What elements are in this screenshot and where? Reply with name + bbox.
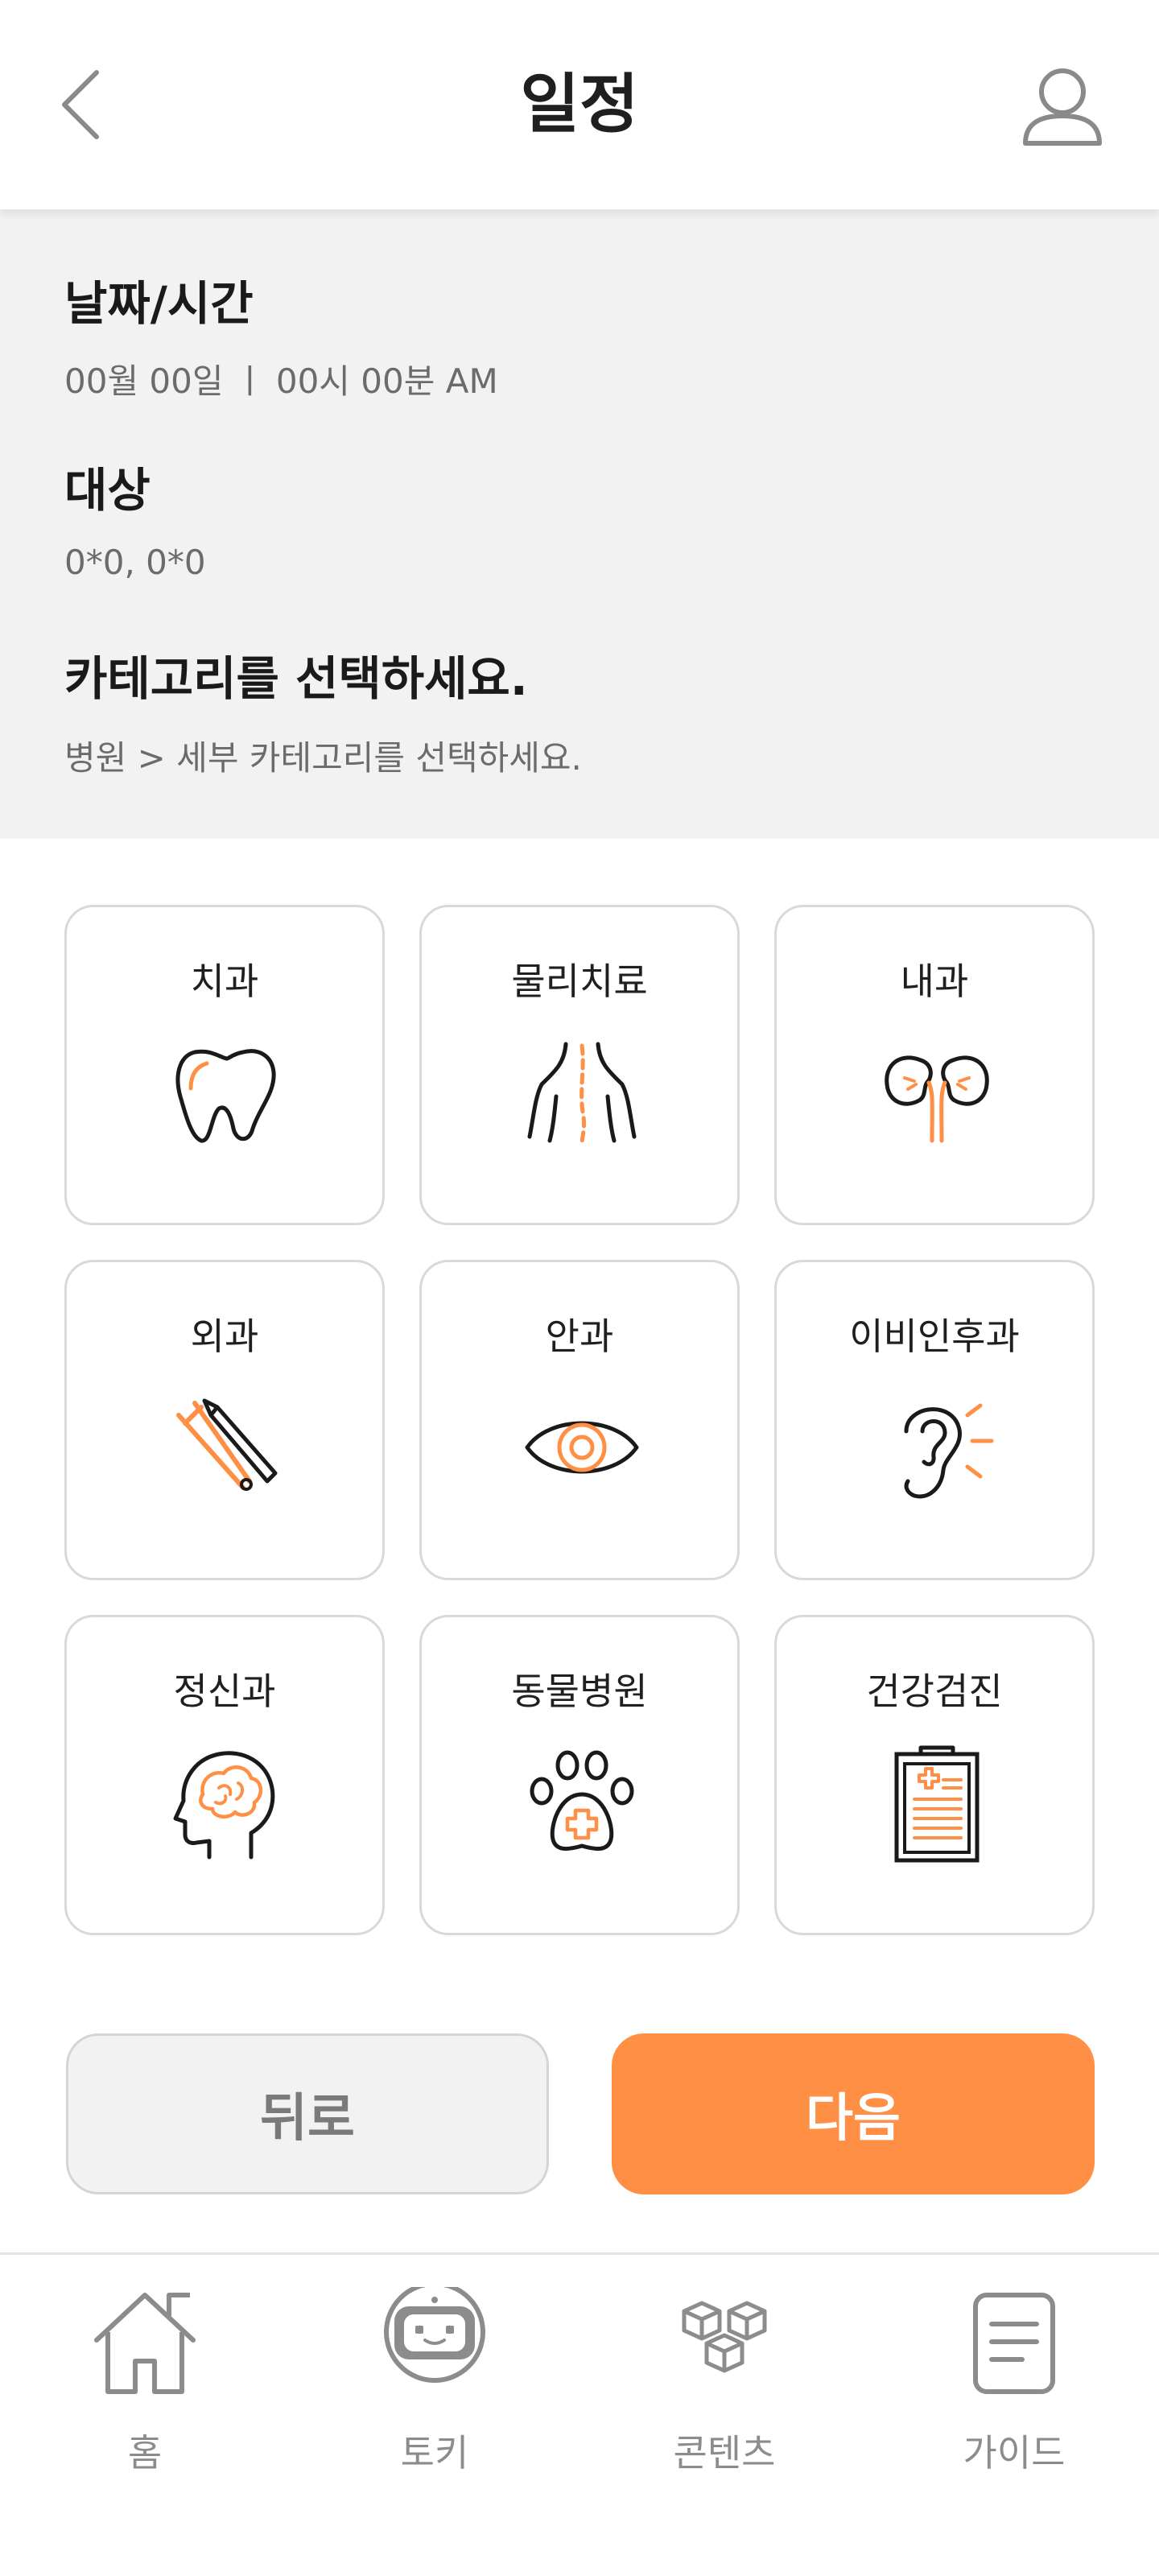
category-label: 물리치료 (511, 960, 648, 1003)
category-path: 병원 > 세부 카테고리를 선택하세요. (64, 738, 582, 778)
category-card-ophthalmology[interactable]: 안과 (419, 1260, 740, 1580)
category-label: 동물병원 (511, 1670, 648, 1713)
clipboard-icon (872, 1738, 1001, 1867)
category-label: 외과 (190, 1315, 259, 1358)
nav-item-guide[interactable]: 가이드 (918, 2287, 1111, 2475)
back-button[interactable]: 뒤로 (66, 2033, 549, 2194)
page-title: 일정 (520, 67, 639, 142)
target-value: 0*0, 0*0 (64, 543, 206, 582)
document-icon (958, 2287, 1070, 2400)
category-label: 안과 (545, 1315, 614, 1358)
top-app-bar: 일정 (0, 0, 1159, 209)
category-label: 이비인후과 (849, 1315, 1020, 1358)
robot-icon (378, 2281, 491, 2400)
eye-icon (518, 1383, 646, 1512)
paw-cross-icon (518, 1738, 646, 1867)
tooth-icon (163, 1028, 291, 1157)
schedule-summary-panel: 날짜/시간 00월 00일 ㅣ 00시 00분 AM 대상 0*0, 0*0 카… (0, 209, 1159, 839)
nav-label: 홈 (127, 2431, 163, 2475)
category-label: 내과 (900, 960, 969, 1003)
nav-item-contents[interactable]: 콘텐츠 (628, 2287, 821, 2475)
surgical-tools-icon (163, 1383, 291, 1512)
category-card-psychiatry[interactable]: 정신과 (64, 1615, 385, 1935)
next-button[interactable]: 다음 (612, 2033, 1095, 2194)
head-brain-icon (163, 1738, 291, 1867)
category-card-surgery[interactable]: 외과 (64, 1260, 385, 1580)
kidney-icon (872, 1028, 1001, 1157)
category-card-health-checkup[interactable]: 건강검진 (774, 1615, 1095, 1935)
category-label: 치과 (190, 960, 259, 1003)
target-label: 대상 (64, 463, 151, 518)
nav-label: 토키 (400, 2431, 469, 2475)
bottom-navigation: 홈 토키 콘텐츠 가이드 (0, 2252, 1159, 2576)
back-spine-icon (518, 1028, 646, 1157)
ear-icon (872, 1383, 1001, 1512)
profile-icon[interactable] (1014, 63, 1111, 151)
datetime-label: 날짜/시간 (64, 276, 254, 331)
category-label: 정신과 (173, 1670, 276, 1713)
nav-label: 가이드 (963, 2431, 1066, 2475)
category-card-internal-medicine[interactable]: 내과 (774, 905, 1095, 1225)
datetime-value: 00월 00일 ㅣ 00시 00분 AM (64, 361, 498, 401)
category-label: 카테고리를 선택하세요. (64, 651, 528, 706)
category-card-dentistry[interactable]: 치과 (64, 905, 385, 1225)
category-card-ent[interactable]: 이비인후과 (774, 1260, 1095, 1580)
nav-label: 콘텐츠 (673, 2431, 776, 2475)
nav-item-home[interactable]: 홈 (48, 2287, 241, 2475)
home-icon (89, 2287, 201, 2400)
cubes-icon (668, 2287, 781, 2400)
category-card-physical-therapy[interactable]: 물리치료 (419, 905, 740, 1225)
category-card-veterinary[interactable]: 동물병원 (419, 1615, 740, 1935)
category-label: 건강검진 (866, 1670, 1003, 1713)
category-grid: 치과 물리치료 내과 외과 안과 이비인후과 정신과 동물병원 건강검진 (64, 905, 1095, 1935)
nav-item-toki[interactable]: 토키 (338, 2281, 531, 2475)
